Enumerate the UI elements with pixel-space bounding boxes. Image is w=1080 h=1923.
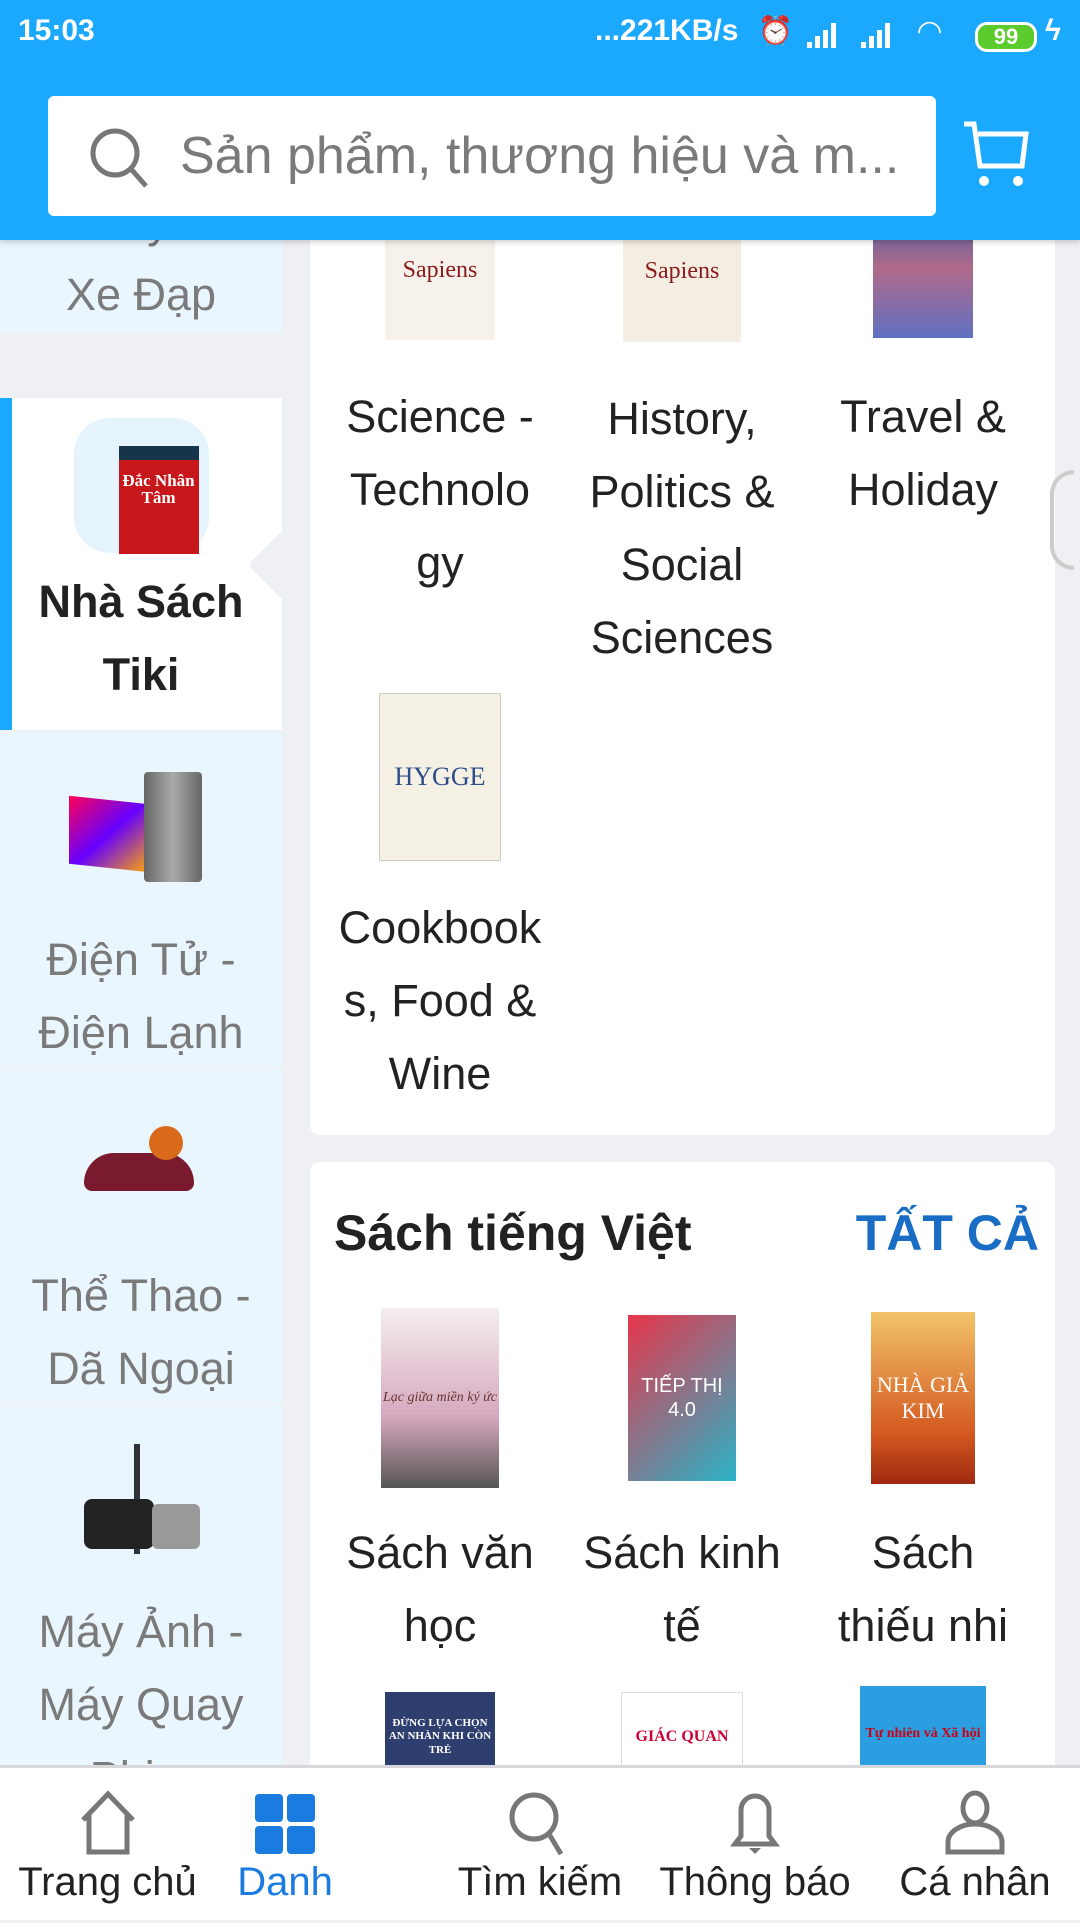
category-label: Travel & Holiday bbox=[840, 391, 1006, 515]
sidebar-item-label: Máy - Xe Đạp bbox=[65, 240, 217, 320]
search-input[interactable]: Sản phẩm, thương hiệu và m... bbox=[48, 96, 936, 216]
category-history-politics[interactable]: Sapiens History, Politics & Social Scien… bbox=[562, 200, 802, 674]
sidebar-item-label: Thể Thao - Dã Ngoại bbox=[31, 1270, 251, 1394]
nav-label: Trang chủ bbox=[18, 1860, 197, 1904]
category-sidebar: Máy - Xe Đạp Đắc Nhân Tâm Nhà Sách Tiki … bbox=[0, 240, 285, 1765]
category-label: Sách văn học bbox=[346, 1527, 534, 1651]
sidebar-item-may-xe-dap[interactable]: Máy - Xe Đạp bbox=[0, 240, 282, 333]
battery-icon: 99 bbox=[975, 22, 1037, 52]
category-sach-thieu-nhi[interactable]: NHÀ GIẢ KIM Sách thiếu nhi bbox=[803, 1308, 1043, 1662]
status-net-speed: ...221KB/s bbox=[595, 14, 739, 47]
book-cover: TIẾP THỊ 4.0 bbox=[628, 1315, 736, 1481]
user-icon bbox=[945, 1790, 1005, 1855]
category-thumbnail: Đắc Nhân Tâm bbox=[73, 418, 209, 554]
category-label: History, Politics & Social Sciences bbox=[589, 393, 775, 663]
signal-icon bbox=[807, 23, 890, 48]
category-label: Sách kinh tế bbox=[583, 1527, 781, 1651]
nav-profile[interactable]: Cá nhân bbox=[885, 1768, 1065, 1923]
category-science-technology[interactable]: Sapiens Science - Technology bbox=[320, 200, 560, 599]
sidebar-item-label: Điện Tử - Điện Lạnh bbox=[38, 934, 244, 1058]
nav-notifications[interactable]: Thông báo bbox=[655, 1768, 855, 1923]
sidebar-item-label: Máy Ảnh - Máy Quay Phim bbox=[38, 1606, 244, 1765]
sidebar-item-nha-sach-tiki[interactable]: Đắc Nhân Tâm Nhà Sách Tiki bbox=[0, 398, 282, 730]
book-cover-dac-nhan-tam: Đắc Nhân Tâm bbox=[118, 446, 199, 554]
search-placeholder: Sản phẩm, thương hiệu và m... bbox=[180, 127, 900, 185]
sidebar-item-the-thao-da-ngoai[interactable]: Thể Thao - Dã Ngoại bbox=[0, 1068, 282, 1402]
nav-label: Cá nhân bbox=[899, 1860, 1051, 1904]
home-icon bbox=[80, 1790, 135, 1855]
wifi-icon: ◠ bbox=[918, 15, 942, 48]
status-time: 15:03 bbox=[18, 14, 95, 47]
nav-label: Thông báo bbox=[659, 1860, 851, 1904]
camera-thumbnail bbox=[74, 1444, 209, 1579]
category-sach-van-hoc[interactable]: Lạc giữa miền ký ức Sách văn học bbox=[320, 1308, 560, 1662]
electronics-thumbnail bbox=[68, 772, 209, 907]
category-label: Science - Technology bbox=[346, 391, 534, 588]
vietnamese-books-card: Sách tiếng Việt TẤT CẢ Lạc giữa miền ký … bbox=[310, 1162, 1055, 1782]
category-label: Cookbooks, Food & Wine bbox=[338, 902, 542, 1099]
category-travel-holiday[interactable]: Travel & Holiday bbox=[803, 200, 1043, 526]
nav-search[interactable]: Tìm kiếm bbox=[450, 1768, 630, 1923]
category-sach-kinh-te[interactable]: TIẾP THỊ 4.0 Sách kinh tế bbox=[562, 1308, 802, 1662]
cart-icon[interactable] bbox=[960, 118, 1032, 190]
sidebar-item-may-anh-may-quay-phim[interactable]: Máy Ảnh - Máy Quay Phim bbox=[0, 1404, 282, 1765]
scroll-handle[interactable] bbox=[1050, 470, 1074, 570]
book-cover: NHÀ GIẢ KIM bbox=[871, 1312, 975, 1484]
bottom-navigation: Trang chủ Danh Tìm kiếm Thông báo Cá nhâ… bbox=[0, 1765, 1080, 1920]
english-books-card: Sapiens Science - Technology Sapiens His… bbox=[310, 200, 1055, 1135]
book-cover: Lạc giữa miền ký ức bbox=[381, 1308, 499, 1488]
category-label: Sách thiếu nhi bbox=[837, 1527, 1009, 1651]
alarm-icon: ⏰ bbox=[758, 15, 793, 46]
see-all-link[interactable]: TẤT CẢ bbox=[856, 1204, 1039, 1262]
grid-icon bbox=[255, 1794, 315, 1854]
app-header: 15:03 ...221KB/s ⏰ ◠ 99 ϟ Sản phẩm, thươ… bbox=[0, 0, 1080, 240]
search-icon bbox=[90, 128, 148, 188]
nav-label: Danh bbox=[237, 1860, 333, 1904]
charging-icon: ϟ bbox=[1045, 14, 1061, 47]
nav-label: Tìm kiếm bbox=[457, 1860, 623, 1904]
sidebar-item-label: Nhà Sách Tiki bbox=[38, 576, 244, 700]
sports-thumbnail bbox=[74, 1108, 209, 1243]
sidebar-item-dien-tu-dien-lanh[interactable]: Điện Tử - Điện Lạnh bbox=[0, 732, 282, 1066]
bell-icon bbox=[730, 1793, 780, 1854]
nav-home[interactable]: Trang chủ bbox=[10, 1768, 205, 1923]
search-icon bbox=[509, 1792, 564, 1856]
section-title: Sách tiếng Việt bbox=[334, 1205, 692, 1261]
nav-categories[interactable]: Danh bbox=[225, 1768, 345, 1923]
category-cookbooks-food-wine[interactable]: HYGGE Cookbooks, Food & Wine bbox=[320, 693, 560, 1110]
book-cover: HYGGE bbox=[379, 693, 501, 861]
